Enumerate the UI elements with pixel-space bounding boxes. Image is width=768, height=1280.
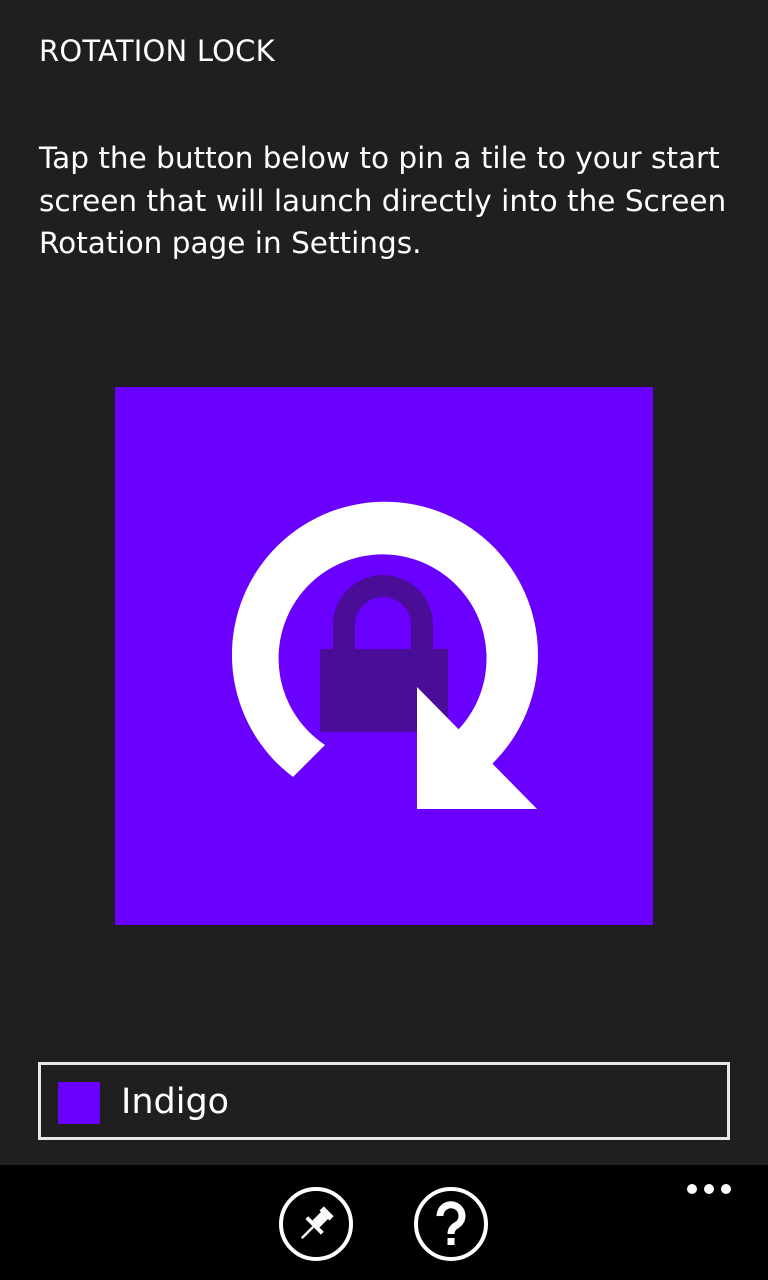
pin-icon	[279, 1187, 353, 1261]
instructions-text: Tap the button below to pin a tile to yo…	[39, 141, 727, 260]
ellipsis-icon	[687, 1184, 731, 1194]
rotation-lock-icon	[115, 387, 653, 925]
more-options-button[interactable]	[686, 1180, 732, 1198]
color-swatch	[58, 1082, 100, 1124]
pin-button[interactable]	[278, 1186, 354, 1262]
color-picker[interactable]: Indigo	[38, 1062, 730, 1140]
tile-preview	[115, 387, 653, 925]
color-picker-label: Indigo	[121, 1082, 230, 1122]
page-title: ROTATION LOCK	[39, 34, 275, 68]
help-icon	[414, 1187, 488, 1261]
help-button[interactable]	[413, 1186, 489, 1262]
app-bar	[0, 1165, 768, 1280]
